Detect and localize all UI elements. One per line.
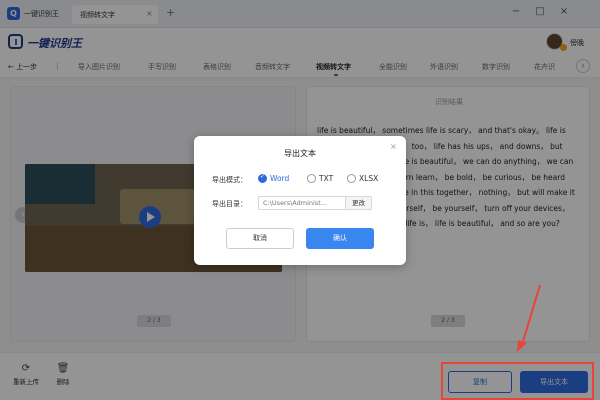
change-dir-button[interactable]: 更改 (346, 196, 372, 210)
radio-xlsx[interactable] (347, 174, 356, 183)
dialog-title: 导出文本 (284, 149, 316, 158)
dialog-close-icon[interactable]: × (390, 142, 397, 151)
export-dir-input[interactable] (258, 196, 346, 210)
confirm-button[interactable]: 确认 (306, 228, 374, 249)
radio-word[interactable] (258, 173, 267, 183)
radio-word-label[interactable]: Word (270, 174, 289, 183)
export-dir-label: 导出目录： (212, 200, 247, 208)
radio-txt[interactable] (307, 174, 316, 183)
radio-xlsx-label[interactable]: XLSX (359, 174, 378, 183)
cancel-button[interactable]: 取消 (226, 228, 294, 249)
export-dialog: 导出文本 × 导出模式： Word TXT XLSX 导出目录： 更改 取消 确… (194, 136, 406, 265)
export-format-label: 导出模式： (212, 176, 247, 184)
radio-txt-label[interactable]: TXT (319, 174, 333, 183)
